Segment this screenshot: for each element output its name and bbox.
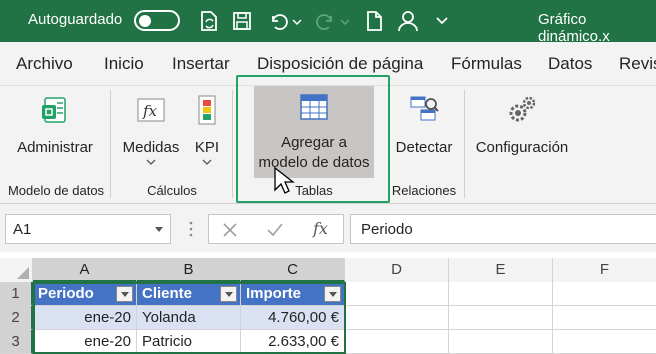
empty-cell[interactable]	[345, 282, 449, 306]
tab-insertar[interactable]: Insertar	[172, 54, 230, 74]
empty-cell[interactable]	[449, 282, 553, 306]
header-label: Importe	[246, 285, 302, 302]
title-bar: Autoguardado Gráfico dinámico.x	[0, 0, 656, 45]
column-header-f[interactable]: F	[553, 258, 656, 282]
autosave-label: Autoguardado	[28, 11, 123, 28]
separator	[464, 90, 465, 198]
tab-datos[interactable]: Datos	[548, 54, 592, 74]
data-model-icon	[42, 97, 66, 123]
formula-buttons: fx	[208, 214, 344, 244]
undo-dropdown-icon[interactable]	[290, 7, 304, 35]
name-box-dropdown-icon[interactable]	[154, 226, 164, 233]
detectar-button[interactable]: Detectar	[392, 94, 456, 158]
svg-text:fx: fx	[142, 102, 158, 120]
table-cell[interactable]: Patricio	[137, 330, 241, 354]
filter-dropdown-icon[interactable]	[324, 286, 341, 302]
table-cell[interactable]: 2.633,00 €	[241, 330, 345, 354]
kpi-label: KPI	[194, 139, 220, 156]
column-header-e[interactable]: E	[449, 258, 553, 282]
redo-icon[interactable]	[312, 7, 340, 35]
toggle-knob	[139, 14, 151, 27]
group-relaciones: Relaciones	[391, 183, 457, 198]
new-document-icon[interactable]	[360, 7, 388, 35]
empty-cell[interactable]	[345, 306, 449, 330]
table-cell[interactable]: Yolanda	[137, 306, 241, 330]
cancel-icon[interactable]	[221, 221, 239, 239]
highlight-frame	[236, 75, 390, 203]
row-header-1[interactable]: 1	[0, 282, 33, 306]
group-modelo-de-datos: Modelo de datos	[7, 183, 105, 198]
name-box[interactable]: A1	[5, 214, 171, 244]
kpi-button[interactable]: KPI	[190, 94, 224, 166]
configuracion-button[interactable]: Configuración	[470, 94, 574, 158]
tab-formulas[interactable]: Fórmulas	[451, 54, 522, 74]
tab-inicio[interactable]: Inicio	[104, 54, 144, 74]
table-header-cliente[interactable]: Cliente	[137, 282, 241, 306]
tab-revisar[interactable]: Revis	[619, 54, 656, 74]
filter-dropdown-icon[interactable]	[116, 286, 133, 302]
name-box-value: A1	[13, 221, 32, 238]
medidas-label: Medidas	[122, 139, 180, 156]
header-label: Periodo	[38, 285, 94, 302]
separator	[110, 90, 111, 198]
worksheet-grid: A B C D E F 1 2 3 Periodo Cliente Import…	[0, 252, 656, 354]
kpi-icon	[198, 95, 216, 125]
empty-cell[interactable]	[553, 330, 656, 354]
separator	[232, 90, 233, 198]
redo-dropdown-icon[interactable]	[338, 7, 352, 35]
undo-icon[interactable]	[264, 7, 292, 35]
autosave-toggle[interactable]	[134, 10, 180, 31]
column-header-c[interactable]: C	[241, 258, 345, 282]
medidas-button[interactable]: fx Medidas	[118, 94, 184, 166]
table-header-periodo[interactable]: Periodo	[33, 282, 137, 306]
corner-triangle-icon	[17, 267, 29, 279]
customize-toolbar-icon[interactable]	[428, 7, 456, 35]
empty-cell[interactable]	[449, 306, 553, 330]
column-header-d[interactable]: D	[345, 258, 449, 282]
enter-check-icon[interactable]	[266, 221, 284, 239]
administrar-label: Administrar	[17, 139, 93, 156]
administrar-button[interactable]: Administrar	[12, 94, 98, 158]
gears-icon	[509, 96, 536, 122]
column-header-b[interactable]: B	[137, 258, 241, 282]
row-header-2[interactable]: 2	[0, 306, 33, 330]
configuracion-label: Configuración	[475, 139, 569, 156]
table-cell[interactable]: ene-20	[33, 306, 137, 330]
select-all-corner[interactable]	[0, 258, 33, 282]
account-icon[interactable]	[394, 7, 422, 35]
table-cell[interactable]: 4.760,00 €	[241, 306, 345, 330]
tab-disposicion[interactable]: Disposición de página	[257, 54, 423, 74]
table-cell[interactable]: ene-20	[33, 330, 137, 354]
empty-cell[interactable]	[553, 306, 656, 330]
tab-archivo[interactable]: Archivo	[16, 54, 73, 74]
group-calculos: Cálculos	[147, 183, 197, 198]
save-icon[interactable]	[228, 7, 256, 35]
header-label: Cliente	[142, 285, 193, 302]
empty-cell[interactable]	[553, 282, 656, 306]
table-header-importe[interactable]: Importe	[241, 282, 345, 306]
formula-bar: A1 fx Periodo	[0, 204, 656, 252]
formula-value: Periodo	[361, 221, 413, 238]
insert-function-icon[interactable]: fx	[313, 219, 328, 238]
drag-handle-icon[interactable]	[188, 218, 194, 240]
column-header-a[interactable]: A	[33, 258, 137, 282]
detectar-label: Detectar	[395, 139, 453, 156]
empty-cell[interactable]	[345, 330, 449, 354]
chevron-down-icon	[146, 159, 156, 165]
empty-cell[interactable]	[449, 330, 553, 354]
detect-relationships-icon	[410, 96, 439, 121]
file-title: Gráfico dinámico.x	[538, 11, 610, 45]
sync-icon[interactable]	[195, 7, 223, 35]
row-header-3[interactable]: 3	[0, 330, 33, 354]
chevron-down-icon	[202, 159, 212, 165]
fx-icon: fx	[137, 98, 165, 122]
formula-input[interactable]: Periodo	[350, 214, 656, 244]
filter-dropdown-icon[interactable]	[220, 286, 237, 302]
